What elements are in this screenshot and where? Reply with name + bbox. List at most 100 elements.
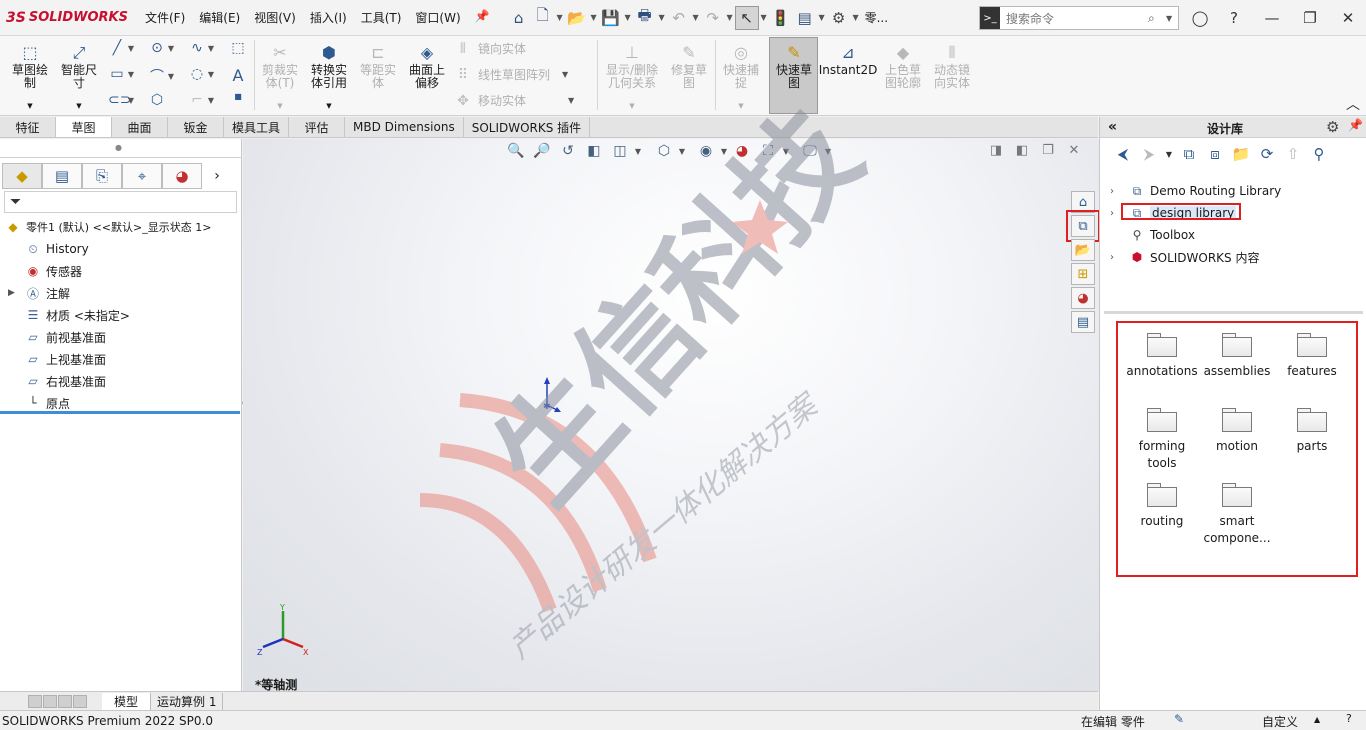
chevron-down-icon[interactable]: ▼ [738,100,743,113]
chevron-down-icon[interactable]: ▼ [76,100,81,113]
add-file-location-icon[interactable]: ⧈ [1202,145,1228,163]
folder-routing[interactable]: routing [1124,483,1200,530]
construction-geometry-tool[interactable]: ⬚ [229,40,247,56]
units-system-text[interactable]: 自定义 [1262,713,1298,730]
tab-mold-tools[interactable]: 模具工具 [224,117,290,137]
chevron-down-icon[interactable]: ▼ [126,96,136,105]
folder-forming-tools[interactable]: forming tools [1124,408,1200,472]
chevron-down-icon[interactable]: ▼ [677,147,687,156]
offset-entities-button[interactable]: ⊏ 等距实 体 [356,42,400,90]
chevron-down-icon[interactable]: ▼ [623,13,633,22]
tab-surfaces[interactable]: 曲面 [112,117,168,137]
pane-splitter[interactable] [1104,311,1363,314]
chevron-down-icon[interactable]: ▼ [126,70,136,79]
chevron-down-icon[interactable]: ▼ [589,13,599,22]
close-icon[interactable]: ✕ [1336,6,1360,30]
propertymanager-tab-icon[interactable]: ▤ [42,163,82,189]
chevron-down-icon[interactable]: ▼ [126,44,136,53]
trim-entities-button[interactable]: ✂ 剪裁实 体(T) ▼ [258,42,302,113]
rebuild-icon[interactable]: 🚦 [769,6,793,30]
tree-item-toolbox[interactable]: ⚲ Toolbox [1110,225,1195,245]
tab-sheet-metal[interactable]: 钣金 [168,117,224,137]
chevron-down-icon[interactable]: ▼ [691,13,701,22]
restore-icon[interactable]: ❐ [1298,6,1322,30]
pin-icon[interactable]: 📌 [468,9,497,26]
command-search[interactable]: >_ 搜索命令 ⌕ ▼ [979,6,1179,30]
file-explorer-icon[interactable]: 📂 [1071,239,1095,261]
chevron-down-icon[interactable]: ▼ [206,44,216,53]
circle-tool[interactable]: ⊙ ▼ [148,40,176,56]
chevron-down-icon[interactable]: ▼ [206,70,216,79]
forward-arrow-icon[interactable]: ⮞ [1136,145,1162,163]
shaded-sketch-contours-button[interactable]: ◆ 上色草 图轮廓 [880,42,926,90]
display-delete-relations-button[interactable]: ⊥ 显示/删除 几何关系 ▼ [601,42,663,113]
up-one-level-icon[interactable]: ⇧ [1280,145,1306,163]
open-icon[interactable]: 📂 [565,6,589,30]
chevron-down-icon[interactable]: ▼ [759,13,769,22]
folder-smart-components[interactable]: smart compone... [1199,483,1275,547]
polygon-tool[interactable]: ⬡ [148,92,166,108]
tab-evaluate[interactable]: 评估 [289,117,346,137]
folder-assemblies[interactable]: assemblies [1199,333,1275,380]
menu-view[interactable]: 视图(V) [247,9,303,26]
collapse-ribbon-icon[interactable]: ︿ [1346,94,1360,114]
viewport-restore-icon[interactable]: ❐ [1035,143,1061,158]
menu-tools[interactable]: 工具(T) [354,9,409,26]
tree-item-annotations[interactable]: ▶ Ⓐ 注解 [8,283,70,303]
display-style-icon[interactable]: ◉ [693,143,719,159]
tab-motion-study[interactable]: 运动算例 1 [151,692,224,710]
pin-icon[interactable]: 📌 [1348,118,1363,132]
viewport-split-right-icon[interactable]: ◧ [1009,143,1035,158]
tab-features[interactable]: 特征 [0,117,56,137]
menu-edit[interactable]: 编辑(E) [192,9,247,26]
solidworks-logo[interactable]: 3S SOLIDWORKS [6,10,138,26]
graphics-area[interactable]: 🔍 🔎 ↺ ◧ ◫ ▼ ⬡ ▼ ◉ ▼ ◕ ⛶ ▼ 🖵 ▼ ◨ ◧ ❐ ✕ ⌂ ⧉ 📂 ⊞… [243,139,1100,692]
new-document-icon[interactable]: 🗋 [531,6,555,30]
expand-arrow-icon[interactable]: ▶ [8,288,24,298]
hide-show-items-icon[interactable]: ◕ [729,143,755,159]
arc-tool[interactable]: ⌒ ▼ [148,66,176,86]
expand-arrow-icon[interactable]: › [1110,186,1128,197]
add-to-library-icon[interactable]: ⧉ [1176,145,1202,163]
undo-icon[interactable]: ↶ [667,6,691,30]
rapid-sketch-button[interactable]: ✎ 快速草 图 [771,42,817,90]
chevron-down-icon[interactable]: ▼ [817,13,827,22]
tab-model[interactable]: 模型 [102,692,152,710]
custom-properties-icon[interactable]: ▤ [1071,311,1095,333]
zoom-to-fit-icon[interactable]: 🔍 [503,143,529,159]
minimize-icon[interactable]: — [1260,6,1284,30]
folder-motion[interactable]: motion [1199,408,1275,455]
chevron-down-icon[interactable]: ▼ [781,147,791,156]
chevron-down-icon[interactable]: ▼ [206,96,216,105]
print-icon[interactable]: 🖶 [633,6,657,30]
chevron-down-icon[interactable]: ▼ [823,147,833,156]
dimxpert-tab-icon[interactable]: ⌖ [122,163,162,189]
chevron-down-icon[interactable]: ▼ [166,72,176,81]
prev-tab-icon[interactable] [43,694,57,708]
quick-snaps-button[interactable]: ◎ 快速捕 捉 ▼ [719,42,763,113]
tab-mbd-dimensions[interactable]: MBD Dimensions [345,117,464,137]
tree-root-part[interactable]: ◆ 零件1 (默认) <<默认>_显示状态 1> [4,217,211,237]
chevron-down-icon[interactable]: ▼ [851,13,861,22]
chevron-down-icon[interactable]: ▼ [166,44,176,53]
view-settings-monitor-icon[interactable]: 🖵 [797,143,823,159]
point-tool[interactable]: ■ [229,92,247,101]
text-tool[interactable]: A [229,66,247,85]
chevron-down-icon[interactable]: ▼ [1162,150,1176,159]
chevron-down-icon[interactable]: ▼ [725,13,735,22]
redo-icon[interactable]: ↷ [701,6,725,30]
last-tab-icon[interactable] [73,694,87,708]
folder-annotations[interactable]: annotations [1124,333,1200,380]
tree-item-solidworks-content[interactable]: › ⬢ SOLIDWORKS 内容 [1110,247,1259,267]
help-icon[interactable]: ? [1222,6,1246,30]
folder-parts[interactable]: parts [1274,408,1350,455]
chevron-down-icon[interactable]: ▼ [560,70,570,79]
home-icon[interactable]: ⌂ [507,6,531,30]
tree-item-history[interactable]: ⏲ History [24,239,88,259]
mirror-entities-button[interactable]: ⫴ 镜向实体 [454,40,526,57]
tab-solidworks-addins[interactable]: SOLIDWORKS 插件 [464,117,591,137]
tree-item-demo-routing-library[interactable]: › ⧉ Demo Routing Library [1110,181,1281,201]
design-library-icon[interactable]: ⧉ [1066,210,1100,242]
fillet-tool[interactable]: ◌ ▼ [188,66,216,82]
rollback-bar[interactable] [0,411,240,414]
